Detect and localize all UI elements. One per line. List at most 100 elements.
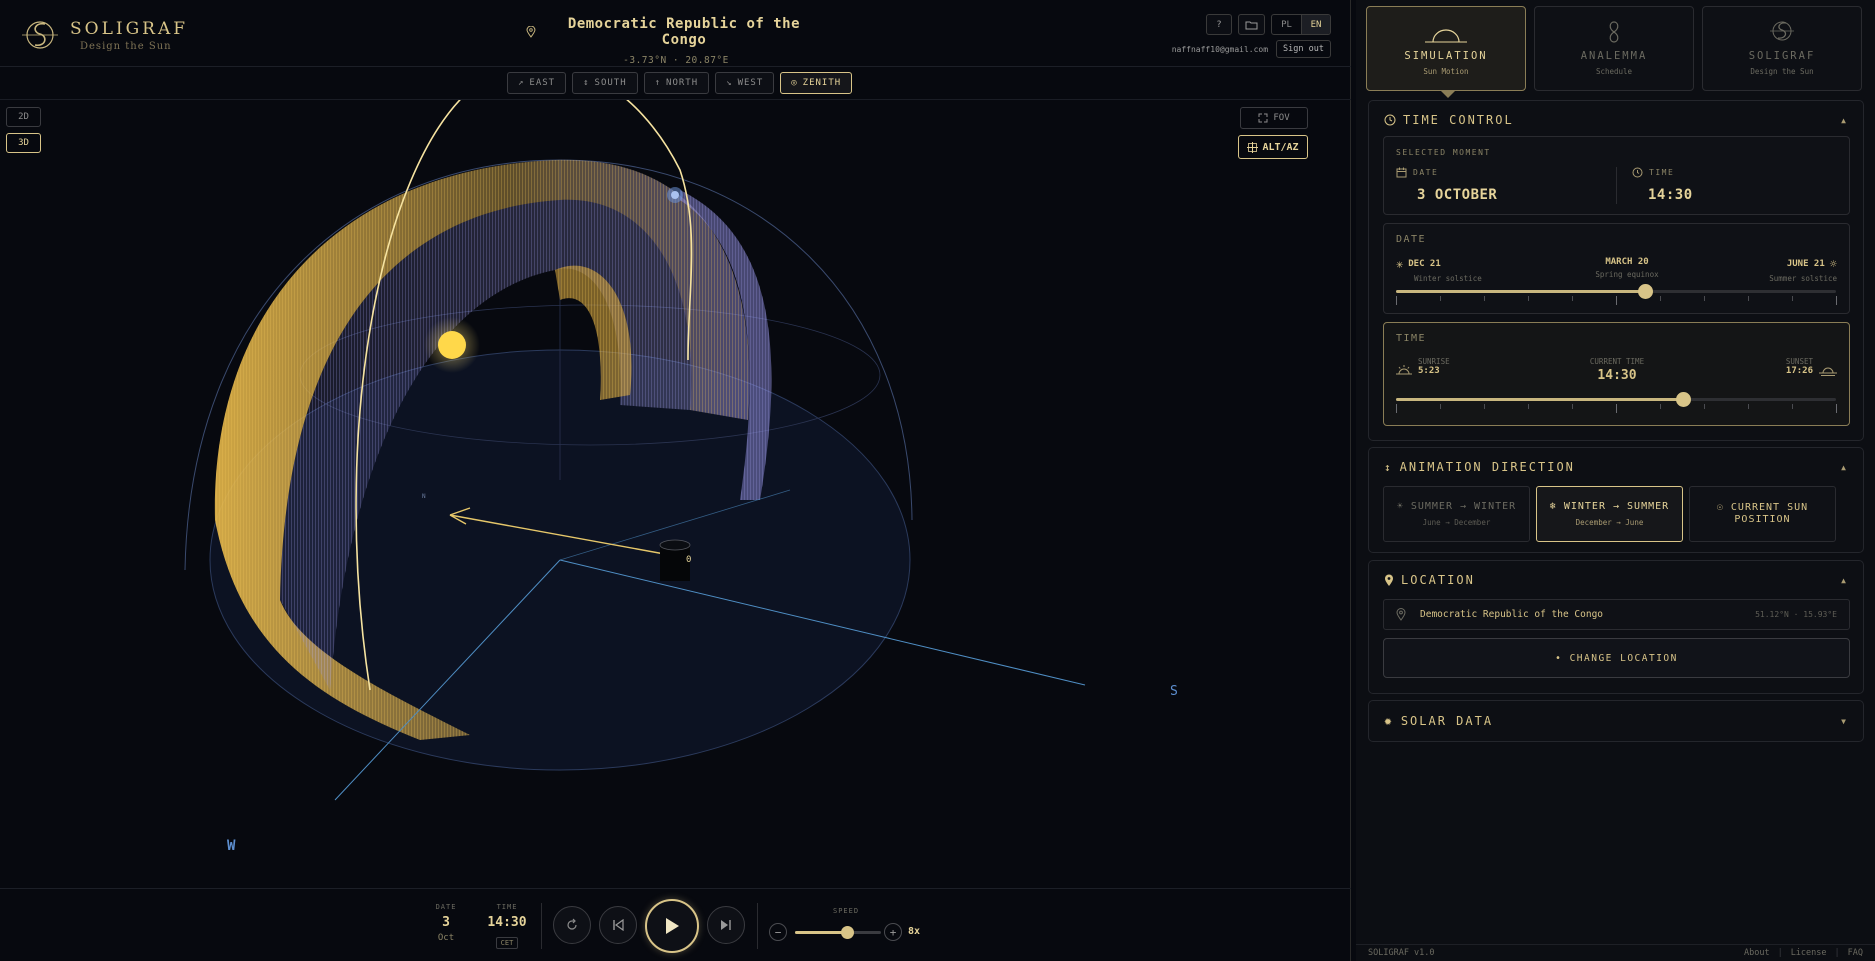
time-slider-ticks — [1396, 404, 1837, 413]
fov-button[interactable]: FOV — [1240, 107, 1308, 129]
lang-en[interactable]: EN — [1301, 15, 1330, 34]
mode-tabs: SIMULATION Sun Motion ANALEMMA Schedule … — [1366, 6, 1862, 91]
view-west-button[interactable]: ↘ WEST — [715, 72, 775, 94]
target-icon: ◎ — [791, 78, 798, 88]
slider-tick — [1484, 296, 1485, 301]
origin-label: 0 — [686, 555, 691, 565]
slider-tick — [1748, 296, 1749, 301]
selected-date: 3 OCTOBER — [1417, 187, 1498, 203]
sunset-icon — [1819, 367, 1837, 376]
altaz-button[interactable]: ALT/AZ — [1238, 135, 1308, 159]
view-south-button[interactable]: ↕ SOUTH — [572, 72, 638, 94]
north-small-label: N — [422, 493, 426, 500]
location-pin-icon — [1385, 574, 1393, 586]
sunrise-icon — [1425, 29, 1467, 43]
fullscreen-icon — [1258, 113, 1268, 123]
location-title: Democratic Republic of the Congo — [567, 16, 801, 48]
playback-bar: DATE 3 Oct TIME 14:30 CET SPEED − + 8x — [0, 888, 1351, 961]
app-tagline: Design the Sun — [80, 40, 172, 52]
view-2d-button[interactable]: 2D — [6, 107, 41, 127]
sunrise-icon — [1396, 365, 1412, 375]
reset-button[interactable] — [553, 906, 591, 944]
active-tab-indicator — [1441, 91, 1455, 98]
divider — [757, 903, 758, 949]
sign-out-button[interactable]: Sign out — [1276, 40, 1331, 58]
view-zenith-button[interactable]: ◎ ZENITH — [780, 72, 853, 94]
sun-icon[interactable] — [438, 331, 466, 359]
help-button[interactable]: ? — [1206, 14, 1232, 35]
date-slider-ticks — [1396, 296, 1837, 305]
tab-simulation[interactable]: SIMULATION Sun Motion — [1366, 6, 1526, 91]
view-east-button[interactable]: ↗ EAST — [507, 72, 567, 94]
date-slider[interactable] — [1396, 284, 1836, 299]
speed-increase-button[interactable]: + — [884, 923, 902, 941]
slider-tick — [1616, 296, 1617, 305]
slider-tick — [1836, 296, 1837, 305]
tab-soligraf[interactable]: SOLIGRAF Design the Sun — [1702, 6, 1862, 91]
figure-eight-icon — [1609, 21, 1619, 43]
time-slider-box: TIME SUNRISE 5:23 CURRENT TIME 14:30 SUN… — [1383, 322, 1850, 426]
time-control-header[interactable]: TIME CONTROL ▲ — [1369, 101, 1863, 139]
animation-direction-header[interactable]: ↕ ANIMATION DIRECTION ▲ — [1369, 448, 1863, 486]
chevron-down-icon: ▼ — [1841, 716, 1848, 726]
solar-data-header[interactable]: ✹ SOLAR DATA ▼ — [1369, 701, 1863, 741]
speed-decrease-button[interactable]: − — [769, 923, 787, 941]
license-link[interactable]: License — [1791, 948, 1827, 958]
location-header[interactable]: LOCATION ▲ — [1369, 561, 1863, 599]
folder-button[interactable] — [1238, 14, 1265, 35]
speed-slider[interactable] — [795, 926, 881, 939]
play-icon — [666, 918, 679, 934]
next-button[interactable] — [707, 906, 745, 944]
skip-forward-icon — [721, 920, 731, 930]
tab-analemma[interactable]: ANALEMMA Schedule — [1534, 6, 1694, 91]
current-time: 14:30 — [1597, 368, 1637, 383]
sunset-time: 17:26 — [1785, 366, 1813, 376]
faq-link[interactable]: FAQ — [1848, 948, 1863, 958]
playback-time-value: 14:30 — [487, 915, 527, 930]
chevron-up-icon: ▲ — [1841, 575, 1848, 585]
about-link[interactable]: About — [1744, 948, 1770, 958]
sun-path-3d-scene[interactable]: 0 N S W — [0, 100, 1351, 888]
sidebar: SIMULATION Sun Motion ANALEMMA Schedule … — [1356, 0, 1875, 961]
view-3d-button[interactable]: 3D — [6, 133, 41, 153]
location-coords: -3.73°N · 20.87°E — [623, 55, 729, 66]
change-location-button[interactable]: • CHANGE LOCATION — [1383, 638, 1850, 678]
compass-south-label: S — [1170, 684, 1178, 699]
location-panel-coords: 51.12°N · 15.93°E — [1755, 610, 1837, 619]
version-label: SOLIGRAF v1.0 — [1368, 948, 1435, 958]
vertical-arrows-icon: ↕ — [1384, 460, 1393, 474]
location-header: Democratic Republic of the Congo -3.73°N… — [526, 16, 826, 66]
winter-to-summer-button[interactable]: ❄ WINTER → SUMMER December → June — [1536, 486, 1683, 542]
slider-tick — [1660, 296, 1661, 301]
summer-to-winter-button[interactable]: ☀ SUMMER → WINTER June → December — [1383, 486, 1530, 542]
playback-date: DATE 3 Oct — [432, 903, 460, 943]
time-control-panel: TIME CONTROL ▲ SELECTED MOMENT DATE 3 OC… — [1368, 100, 1864, 441]
current-sun-position-button[interactable]: ☉ CURRENT SUN POSITION — [1689, 486, 1836, 542]
slider-tick — [1396, 404, 1397, 413]
previous-button[interactable] — [599, 906, 637, 944]
selected-time: 14:30 — [1648, 187, 1693, 203]
time-slider[interactable] — [1396, 392, 1836, 407]
location-panel: LOCATION ▲ Democratic Republic of the Co… — [1368, 560, 1864, 694]
app-logo[interactable]: SOLIGRAF Design the Sun — [20, 16, 188, 54]
date-mark-summer: JUNE 21 — [1786, 259, 1825, 269]
soligraf-small-icon — [1770, 21, 1794, 41]
clock-icon — [1632, 167, 1643, 178]
slider-tick — [1660, 404, 1661, 409]
location-pin-icon — [526, 26, 536, 38]
view-north-button[interactable]: ↑ NORTH — [643, 72, 710, 94]
calendar-icon — [1396, 167, 1407, 178]
lang-pl[interactable]: PL — [1272, 15, 1301, 34]
crosshair-icon — [1247, 141, 1259, 153]
reset-icon — [567, 918, 577, 930]
chevron-up-icon: ▲ — [1841, 115, 1848, 125]
divider — [1616, 167, 1617, 204]
sun-icon: ☼ — [1829, 257, 1837, 271]
view-direction-bar: ↗ EAST ↕ SOUTH ↑ NORTH ↘ WEST ◎ ZENITH — [507, 72, 853, 94]
current-location-row: Democratic Republic of the Congo 51.12°N… — [1383, 599, 1850, 630]
speed-slider-thumb[interactable] — [840, 926, 854, 939]
play-button[interactable] — [645, 899, 699, 953]
divider — [541, 903, 542, 949]
top-right-controls: ? PL EN naffnaff10@gmail.com Sign out — [1172, 14, 1331, 58]
playback-day: 3 — [442, 915, 450, 930]
